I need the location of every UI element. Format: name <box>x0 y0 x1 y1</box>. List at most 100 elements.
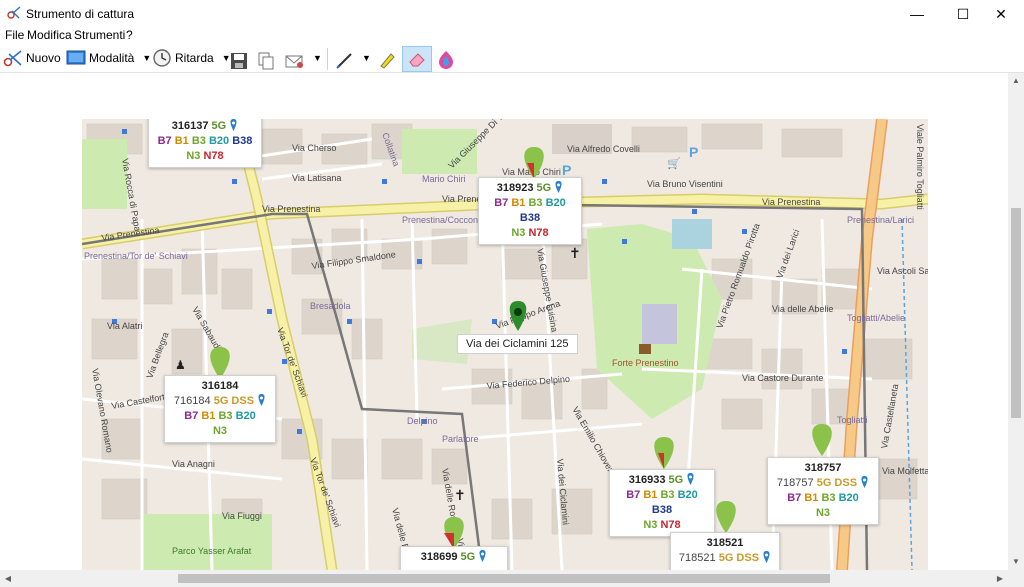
send-dropdown-icon[interactable]: ▼ <box>313 46 322 70</box>
church-icon: ✝ <box>454 487 466 503</box>
menu-file[interactable]: File <box>5 28 24 42</box>
menu-bar: File Modifica Strumenti ? <box>0 28 1024 44</box>
landmark-icon: ♟ <box>175 358 186 372</box>
church-icon: ✝ <box>569 245 581 261</box>
band-label: B1 <box>643 489 658 501</box>
band-label: B7 <box>626 489 641 501</box>
band-label: B38 <box>232 135 253 147</box>
map-pin-icon <box>230 119 237 131</box>
menu-help[interactable]: ? <box>126 28 133 42</box>
delay-label: Ritarda <box>175 51 214 65</box>
horizontal-scroll-thumb[interactable] <box>178 574 830 583</box>
cell-tech: 5G DSS <box>718 552 760 564</box>
cell-info-card[interactable]: 316184 716184 5G DSS B7 B1 B3 B20 N3 <box>164 375 276 443</box>
cell-info-card[interactable]: 318699 5G <box>400 546 508 570</box>
band-label: B20 <box>235 410 256 422</box>
new-button[interactable]: Nuovo <box>3 46 61 70</box>
band-label: B3 <box>191 135 206 147</box>
scroll-down-icon[interactable]: ▼ <box>1008 554 1024 570</box>
nr-band-label: N3 <box>212 425 228 437</box>
cell-id: 318923 <box>496 182 534 194</box>
capture-canvas: Via Prenestina Via Prenestina Via Prenes… <box>0 73 1008 570</box>
mode-dropdown-icon[interactable]: ▼ <box>142 53 151 63</box>
map-pin-icon <box>555 181 562 193</box>
cell-info-card[interactable]: 316137 5G B7 B1 B3 B20 B38 N3 N78 <box>148 119 262 168</box>
send-email-icon[interactable] <box>285 49 305 73</box>
cell-info-card[interactable]: 316933 5G B7 B1 B3 B20 B38 N3 N78 <box>609 469 715 537</box>
street-label: Via Bruno Visentini <box>647 179 723 189</box>
minimize-button[interactable]: — <box>894 0 940 28</box>
place-label: Forte Prenestino <box>612 358 679 368</box>
street-label: Via Anagni <box>172 459 215 469</box>
cell-info-card[interactable]: 318521 718521 5G DSS <box>670 532 780 570</box>
band-label: B7 <box>157 135 172 147</box>
cell-sub-id: 718521 <box>678 552 716 564</box>
band-label: B20 <box>838 492 859 504</box>
parking-icon: P <box>562 162 571 178</box>
cell-info-card[interactable]: 318923 5G B7 B1 B3 B20 B38 N3 N78 <box>478 177 582 245</box>
save-icon[interactable] <box>230 49 248 73</box>
nr-band-label: N78 <box>528 227 549 239</box>
copy-icon[interactable] <box>257 49 275 73</box>
paint-3d-icon[interactable] <box>437 48 455 72</box>
place-label: Prenestina/Larici <box>847 215 914 225</box>
cell-id: 318521 <box>706 537 744 549</box>
map-pin-icon <box>861 476 868 488</box>
eraser-button[interactable] <box>402 46 432 72</box>
toolbar-divider <box>327 48 328 70</box>
highlighter-icon[interactable] <box>377 48 397 72</box>
scroll-right-icon[interactable]: ▶ <box>992 570 1008 587</box>
band-label: B1 <box>804 492 819 504</box>
menu-modifica[interactable]: Modifica <box>27 28 72 42</box>
street-label: Via Alfredo Covelli <box>567 144 640 154</box>
close-button[interactable]: ✕ <box>978 0 1024 28</box>
cell-id: 316137 <box>171 120 209 132</box>
map-pin-icon <box>763 551 770 563</box>
mode-button[interactable]: Modalità ▼ <box>66 46 151 70</box>
vertical-scrollbar[interactable]: ▲ ▼ <box>1008 73 1024 570</box>
band-label: B1 <box>174 135 189 147</box>
nr-band-label: N3 <box>186 150 201 162</box>
mode-rectangle-icon <box>66 50 86 65</box>
place-label: Parco Yasser Arafat <box>172 546 252 556</box>
scroll-up-icon[interactable]: ▲ <box>1008 73 1024 89</box>
band-label: B3 <box>218 410 233 422</box>
pen-icon[interactable] <box>335 48 355 72</box>
cell-tech: 5G DSS <box>213 395 255 407</box>
map-pin-icon <box>687 473 694 485</box>
snipping-tool-icon <box>7 6 21 19</box>
band-label: B7 <box>787 492 802 504</box>
place-label: Togliatti <box>837 415 868 425</box>
street-label: Via Prenestina <box>762 197 820 207</box>
scissors-icon <box>3 50 22 67</box>
pen-dropdown-icon[interactable]: ▼ <box>362 46 371 70</box>
delay-button[interactable]: Ritarda ▼ <box>152 46 231 70</box>
cell-sub-id: 718757 <box>776 477 814 489</box>
toolbar: Nuovo Modalità ▼ Ritarda ▼ ▼ ▼ <box>0 44 1024 73</box>
place-label: Togliatti/Abelie <box>847 313 905 323</box>
street-label: Via Cherso <box>292 143 336 153</box>
mode-label: Modalità <box>89 51 135 65</box>
nr-band-label: N78 <box>660 519 681 531</box>
place-label: Prenestina/Tor de' Schiavi <box>84 251 188 261</box>
street-label: Via Latisana <box>292 173 341 183</box>
horizontal-scrollbar[interactable]: ◀ ▶ <box>0 570 1008 587</box>
band-label: B1 <box>511 197 526 209</box>
cell-id: 318699 <box>420 551 458 563</box>
map-image: Via Prenestina Via Prenestina Via Prenes… <box>82 119 928 570</box>
street-label: Viale Palmiro Togliatti <box>915 124 925 210</box>
band-label: B3 <box>528 197 543 209</box>
vertical-scroll-thumb[interactable] <box>1011 208 1021 418</box>
scroll-left-icon[interactable]: ◀ <box>0 570 16 587</box>
place-label: Prenestina/Cocconi <box>402 215 480 225</box>
band-label: B3 <box>821 492 836 504</box>
cell-tech: 5G <box>460 551 476 563</box>
nr-band-label: N78 <box>203 150 224 162</box>
band-label: B20 <box>545 197 566 209</box>
place-label: Mario Chiri <box>422 174 466 184</box>
cell-tech: 5G <box>211 120 227 132</box>
band-label: B1 <box>201 410 216 422</box>
cell-info-card[interactable]: 318757 718757 5G DSS B7 B1 B3 B20 N3 <box>767 457 879 525</box>
band-label: B38 <box>651 504 673 516</box>
menu-strumenti[interactable]: Strumenti <box>74 28 125 42</box>
